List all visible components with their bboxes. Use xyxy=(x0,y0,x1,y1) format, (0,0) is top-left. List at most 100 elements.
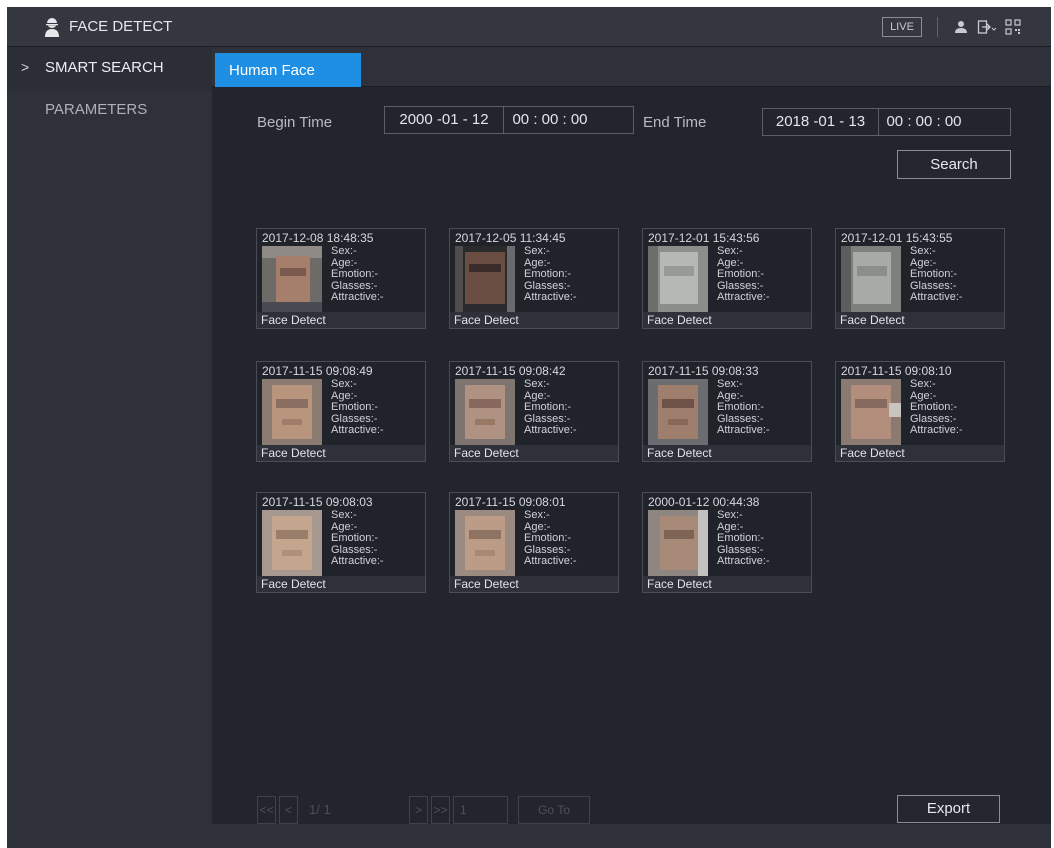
capture-source: Face Detect xyxy=(643,312,811,328)
attr-sex: Sex:- xyxy=(524,378,550,390)
attr-emotion: Emotion:- xyxy=(524,401,572,413)
end-time-label: End Time xyxy=(643,114,707,131)
face-thumbnail xyxy=(262,379,322,446)
attr-emotion: Emotion:- xyxy=(717,532,765,544)
attr-sex: Sex:- xyxy=(910,378,936,390)
page-number-input[interactable]: 1 xyxy=(453,796,508,824)
last-page-button[interactable]: >> xyxy=(431,796,450,824)
tab-human-face[interactable]: Human Face xyxy=(215,53,361,87)
face-attributes: Sex:- Age:- Emotion:- Glasses:- Attracti… xyxy=(331,378,384,437)
attr-attractive: Attractive:- xyxy=(717,555,770,567)
attr-sex: Sex:- xyxy=(717,378,743,390)
face-attributes: Sex:- Age:- Emotion:- Glasses:- Attracti… xyxy=(524,509,577,568)
sidebar-item-parameters[interactable]: PARAMETERS xyxy=(7,91,212,135)
result-card[interactable]: 2017-11-15 09:08:33 Sex:- Age:- Emotion:… xyxy=(642,361,812,462)
begin-time-field[interactable]: 2000 -01 - 12 00 : 00 : 00 xyxy=(384,106,634,134)
begin-date-value[interactable]: 2000 -01 - 12 xyxy=(385,107,503,133)
capture-time: 2017-12-05 11:34:45 xyxy=(455,231,566,245)
result-card[interactable]: 2017-12-01 15:43:55 Sex:- Age:- Emotion:… xyxy=(835,228,1005,329)
capture-time: 2017-11-15 09:08:33 xyxy=(648,364,759,378)
attr-emotion: Emotion:- xyxy=(331,268,379,280)
capture-time: 2017-11-15 09:08:01 xyxy=(455,495,566,509)
face-thumbnail xyxy=(648,246,708,313)
result-card[interactable]: 2017-12-08 18:48:35 Sex:- Age:- Emotion:… xyxy=(256,228,426,329)
prev-page-button[interactable]: < xyxy=(279,796,298,824)
attr-emotion: Emotion:- xyxy=(524,532,572,544)
attr-attractive: Attractive:- xyxy=(910,291,963,303)
result-card[interactable]: 2017-11-15 09:08:49 Sex:- Age:- Emotion:… xyxy=(256,361,426,462)
capture-source: Face Detect xyxy=(643,576,811,592)
app-title: FACE DETECT xyxy=(69,18,173,35)
attr-emotion: Emotion:- xyxy=(331,532,379,544)
attr-attractive: Attractive:- xyxy=(524,291,577,303)
attr-emotion: Emotion:- xyxy=(910,401,958,413)
capture-time: 2000-01-12 00:44:38 xyxy=(648,495,760,509)
attr-emotion: Emotion:- xyxy=(524,268,572,280)
face-attributes: Sex:- Age:- Emotion:- Glasses:- Attracti… xyxy=(331,509,384,568)
end-clock-value[interactable]: 00 : 00 : 00 xyxy=(879,109,969,135)
face-thumbnail xyxy=(455,510,515,577)
toolbar-divider xyxy=(937,17,938,37)
sidebar-item-label: SMART SEARCH xyxy=(45,59,164,76)
attr-attractive: Attractive:- xyxy=(717,291,770,303)
goto-button[interactable]: Go To xyxy=(518,796,590,824)
live-button[interactable]: LIVE xyxy=(882,17,922,37)
result-card[interactable]: 2017-12-01 15:43:56 Sex:- Age:- Emotion:… xyxy=(642,228,812,329)
capture-time: 2017-12-01 15:43:56 xyxy=(648,231,760,245)
attr-emotion: Emotion:- xyxy=(717,401,765,413)
capture-time: 2017-12-01 15:43:55 xyxy=(841,231,953,245)
attr-attractive: Attractive:- xyxy=(717,424,770,436)
attr-attractive: Attractive:- xyxy=(524,424,577,436)
attr-attractive: Attractive:- xyxy=(910,424,963,436)
capture-source: Face Detect xyxy=(257,312,425,328)
face-thumbnail xyxy=(841,246,901,313)
main-content: Human Face Begin Time 2000 -01 - 12 00 :… xyxy=(212,47,1051,848)
search-button[interactable]: Search xyxy=(897,150,1011,179)
attr-sex: Sex:- xyxy=(717,509,743,521)
capture-time: 2017-11-15 09:08:42 xyxy=(455,364,566,378)
tab-bar: Human Face xyxy=(212,47,1051,87)
result-card[interactable]: 2017-11-15 09:08:10 Sex:- Age:- Emotion:… xyxy=(835,361,1005,462)
begin-clock-value[interactable]: 00 : 00 : 00 xyxy=(504,107,596,133)
result-card[interactable]: 2017-12-05 11:34:45 Sex:- Age:- Emotion:… xyxy=(449,228,619,329)
result-card[interactable]: 2017-11-15 09:08:01 Sex:- Age:- Emotion:… xyxy=(449,492,619,593)
top-bar: FACE DETECT LIVE xyxy=(7,7,1051,47)
attr-emotion: Emotion:- xyxy=(331,401,379,413)
capture-source: Face Detect xyxy=(257,576,425,592)
face-attributes: Sex:- Age:- Emotion:- Glasses:- Attracti… xyxy=(524,245,577,304)
qr-code-icon[interactable] xyxy=(1005,19,1021,35)
face-thumbnail xyxy=(455,246,515,313)
status-bar xyxy=(212,824,1051,848)
user-icon[interactable] xyxy=(953,19,969,35)
face-attributes: Sex:- Age:- Emotion:- Glasses:- Attracti… xyxy=(910,378,963,437)
logout-icon[interactable] xyxy=(977,19,997,35)
capture-source: Face Detect xyxy=(836,445,1004,461)
result-card[interactable]: 2017-11-15 09:08:03 Sex:- Age:- Emotion:… xyxy=(256,492,426,593)
attr-sex: Sex:- xyxy=(524,245,550,257)
attr-attractive: Attractive:- xyxy=(331,424,384,436)
attr-attractive: Attractive:- xyxy=(331,291,384,303)
result-card[interactable]: 2017-11-15 09:08:42 Sex:- Age:- Emotion:… xyxy=(449,361,619,462)
face-thumbnail xyxy=(648,379,708,446)
end-date-value[interactable]: 2018 -01 - 13 xyxy=(763,109,878,135)
export-button[interactable]: Export xyxy=(897,795,1000,823)
capture-time: 2017-12-08 18:48:35 xyxy=(262,231,374,245)
attr-emotion: Emotion:- xyxy=(717,268,765,280)
result-card[interactable]: 2000-01-12 00:44:38 Sex:- Age:- Emotion:… xyxy=(642,492,812,593)
first-page-button[interactable]: << xyxy=(257,796,276,824)
page-indicator: 1/ 1 xyxy=(309,802,331,817)
face-thumbnail xyxy=(648,510,708,577)
sidebar: > SMART SEARCH PARAMETERS xyxy=(7,47,212,848)
capture-source: Face Detect xyxy=(450,576,618,592)
chevron-right-icon: > xyxy=(21,59,30,75)
face-thumbnail xyxy=(841,379,901,446)
next-page-button[interactable]: > xyxy=(409,796,428,824)
capture-source: Face Detect xyxy=(643,445,811,461)
end-time-field[interactable]: 2018 -01 - 13 00 : 00 : 00 xyxy=(762,108,1011,136)
attr-attractive: Attractive:- xyxy=(331,555,384,567)
attr-sex: Sex:- xyxy=(910,245,936,257)
sidebar-item-smart-search[interactable]: > SMART SEARCH xyxy=(7,47,212,91)
face-thumbnail xyxy=(262,246,322,313)
face-thumbnail xyxy=(262,510,322,577)
face-detect-window: FACE DETECT LIVE > SMART SEARCH PARAMETE xyxy=(7,7,1051,848)
